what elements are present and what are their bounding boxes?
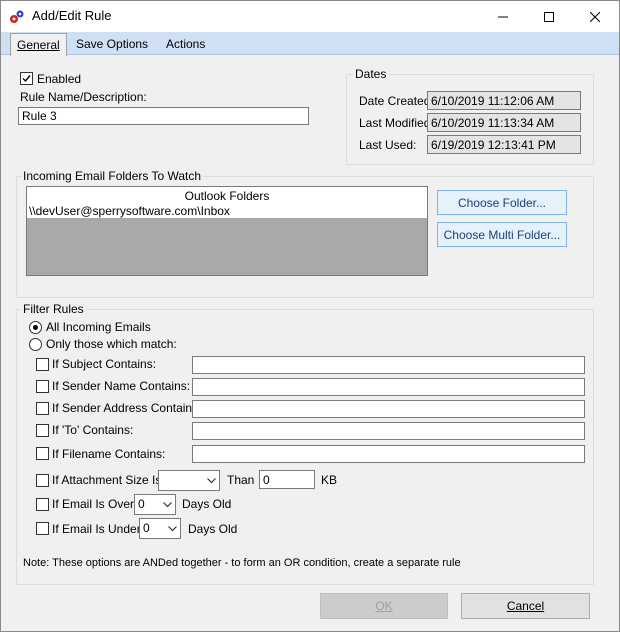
sender-address-label: If Sender Address Contains: bbox=[52, 401, 202, 415]
gears-app-icon bbox=[10, 10, 24, 23]
rule-name-label: Rule Name/Description: bbox=[20, 90, 147, 104]
chevron-down-icon bbox=[163, 502, 172, 508]
filename-input[interactable] bbox=[192, 445, 585, 463]
kb-label: KB bbox=[321, 473, 338, 487]
tab-actions[interactable]: Actions bbox=[160, 33, 211, 55]
all-emails-label: All Incoming Emails bbox=[46, 320, 151, 334]
to-label: If 'To' Contains: bbox=[52, 423, 134, 437]
email-over-label: If Email Is Over bbox=[52, 497, 135, 511]
sender-name-input[interactable] bbox=[192, 378, 585, 396]
chevron-down-icon bbox=[168, 526, 177, 532]
than-label: Than bbox=[227, 473, 255, 487]
close-button[interactable] bbox=[572, 1, 618, 32]
sender-name-label: If Sender Name Contains: bbox=[52, 379, 191, 393]
tab-save-options[interactable]: Save Options bbox=[70, 33, 154, 55]
chevron-down-icon bbox=[207, 478, 216, 484]
date-created-label: Date Created: bbox=[359, 94, 434, 108]
filter-note: Note: These options are ANDed together -… bbox=[23, 557, 461, 569]
choose-folder-button[interactable]: Choose Folder... bbox=[437, 190, 567, 215]
date-created-value: 6/10/2019 11:12:06 AM bbox=[427, 91, 581, 110]
attachment-size-checkbox[interactable] bbox=[36, 474, 49, 487]
attachment-size-label: If Attachment Size Is bbox=[52, 473, 162, 487]
subject-label: If Subject Contains: bbox=[52, 357, 157, 371]
only-matching-radio[interactable] bbox=[29, 338, 42, 351]
minimize-button[interactable] bbox=[480, 1, 526, 32]
only-matching-label: Only those which match: bbox=[46, 337, 177, 351]
maximize-icon bbox=[544, 11, 554, 22]
choose-multi-folder-button[interactable]: Choose Multi Folder... bbox=[437, 222, 567, 247]
list-item[interactable]: \\devUser@sperrysoftware.com\Inbox bbox=[29, 204, 230, 218]
folders-listbox[interactable]: Outlook Folders \\devUser@sperrysoftware… bbox=[26, 186, 428, 276]
maximize-button[interactable] bbox=[526, 1, 572, 32]
folders-list-area: Outlook Folders \\devUser@sperrysoftware… bbox=[27, 187, 427, 218]
last-modified-value: 6/10/2019 11:13:34 AM bbox=[427, 113, 581, 132]
folders-list-header: Outlook Folders bbox=[184, 189, 270, 203]
to-input[interactable] bbox=[192, 422, 585, 440]
email-under-checkbox[interactable] bbox=[36, 522, 49, 535]
last-used-value: 6/19/2019 12:13:41 PM bbox=[427, 135, 581, 154]
folders-group-label: Incoming Email Folders To Watch bbox=[21, 169, 204, 183]
tab-bar: General Save Options Actions bbox=[1, 32, 619, 56]
enabled-label: Enabled bbox=[37, 72, 82, 86]
last-used-label: Last Used: bbox=[359, 138, 417, 152]
attachment-operator-select[interactable] bbox=[158, 470, 220, 491]
cancel-button[interactable]: Cancel bbox=[461, 593, 590, 619]
title-bar[interactable]: Add/Edit Rule bbox=[1, 1, 619, 32]
subject-checkbox[interactable] bbox=[36, 358, 49, 371]
window-title: Add/Edit Rule bbox=[32, 8, 112, 23]
close-icon bbox=[590, 11, 600, 22]
sender-address-checkbox[interactable] bbox=[36, 402, 49, 415]
all-emails-radio[interactable] bbox=[29, 321, 42, 334]
add-edit-rule-dialog: Add/Edit Rule General Save Options Actio… bbox=[0, 0, 620, 632]
email-over-checkbox[interactable] bbox=[36, 498, 49, 511]
email-under-days-label: Days Old bbox=[188, 522, 238, 536]
enabled-checkbox[interactable] bbox=[20, 72, 33, 85]
subject-input[interactable] bbox=[192, 356, 585, 374]
filename-label: If Filename Contains: bbox=[52, 447, 166, 461]
filename-checkbox[interactable] bbox=[36, 447, 49, 460]
filter-rules-group-label: Filter Rules bbox=[21, 302, 86, 316]
email-over-days-select[interactable]: 0 bbox=[134, 494, 176, 515]
dates-group-label: Dates bbox=[353, 67, 389, 81]
email-under-label: If Email Is Under bbox=[52, 522, 141, 536]
last-modified-label: Last Modified: bbox=[359, 116, 434, 130]
attachment-size-input[interactable] bbox=[259, 470, 315, 489]
ok-button[interactable]: OK bbox=[320, 593, 448, 619]
rule-name-input[interactable] bbox=[18, 107, 309, 125]
to-checkbox[interactable] bbox=[36, 424, 49, 437]
sender-address-input[interactable] bbox=[192, 400, 585, 418]
email-under-days-select[interactable]: 0 bbox=[139, 518, 181, 539]
sender-name-checkbox[interactable] bbox=[36, 380, 49, 393]
tab-general[interactable]: General bbox=[10, 33, 67, 56]
minimize-icon bbox=[498, 16, 508, 17]
email-over-days-label: Days Old bbox=[182, 497, 232, 511]
checkmark-icon bbox=[22, 75, 31, 83]
